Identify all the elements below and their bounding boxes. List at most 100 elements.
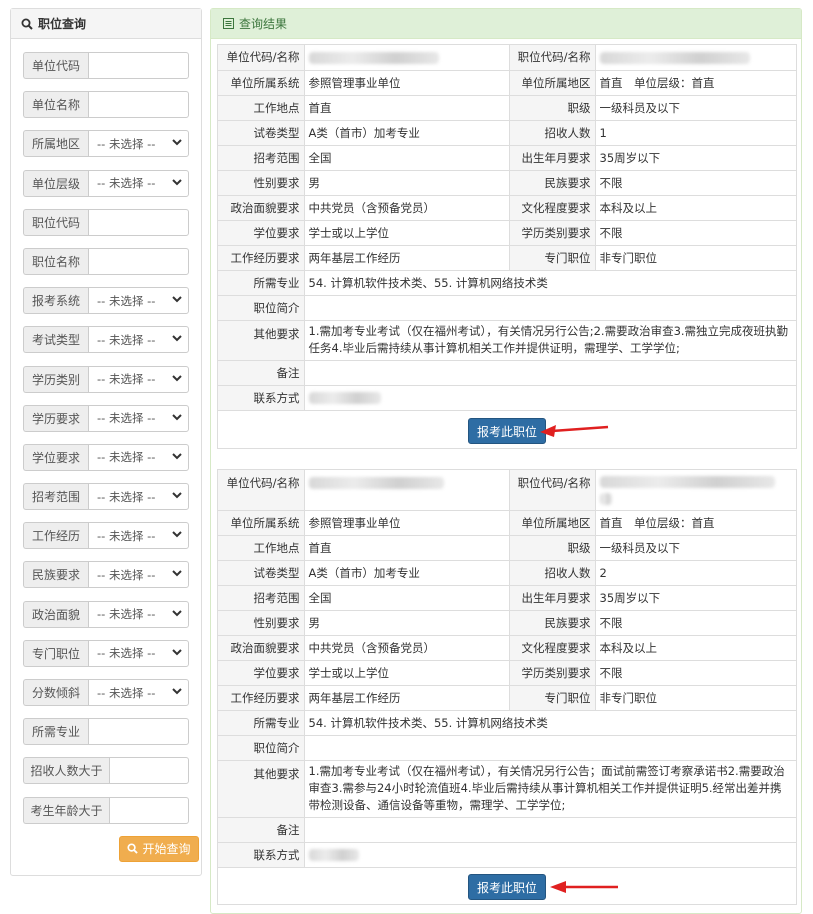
results-panel: 查询结果 单位代码/名称 职位代码/名称 单位所属系统 参照管理事业单位 单位所…	[210, 8, 802, 914]
work-location-value: 首直	[304, 95, 510, 121]
recruit-count-label: 招收人数	[509, 120, 596, 146]
filter-select-value: -- 未选择 --	[97, 176, 156, 191]
filter-input[interactable]	[109, 757, 189, 785]
filter-select[interactable]: -- 未选择 --	[88, 600, 189, 628]
degree-value: 学士或以上学位	[304, 660, 510, 686]
exam-type-value: A类（首市）加考专业	[304, 120, 510, 146]
chevron-down-icon	[172, 413, 182, 424]
gender-label: 性别要求	[218, 610, 305, 636]
unit-system-value: 参照管理事业单位	[304, 510, 510, 536]
filter-label: 分数倾斜	[23, 679, 88, 706]
filter-select-value: -- 未选择 --	[97, 411, 156, 426]
unit-region-label: 单位所属地区	[509, 70, 596, 96]
filter-select-value: -- 未选择 --	[97, 136, 156, 151]
filter-label: 学历要求	[23, 404, 88, 432]
position-code-name-label: 职位代码/名称	[509, 45, 596, 71]
filter-select-value: -- 未选择 --	[97, 607, 156, 622]
filter-select[interactable]: -- 未选择 --	[88, 169, 189, 197]
filter-input[interactable]	[88, 208, 189, 236]
filter-label: 单位名称	[23, 91, 88, 119]
scope-label: 招考范围	[218, 585, 305, 611]
start-search-button[interactable]: 开始查询	[119, 835, 199, 862]
filter-input[interactable]	[109, 796, 189, 824]
ethnicity-label: 民族要求	[509, 170, 596, 196]
filter-select[interactable]: -- 未选择 --	[88, 483, 189, 511]
exam-type-value: A类（首市）加考专业	[304, 560, 510, 586]
chevron-down-icon	[172, 452, 182, 463]
chevron-down-icon	[172, 178, 182, 189]
filter-select[interactable]: -- 未选择 --	[88, 639, 189, 667]
remark-value	[304, 817, 796, 843]
filter-label: 考试类型	[23, 326, 88, 354]
filter-label: 民族要求	[23, 561, 88, 589]
search-panel-header: 职位查询	[11, 9, 201, 39]
major-label: 所需专业	[218, 270, 305, 296]
position-code-name-value	[595, 470, 796, 511]
chevron-down-icon	[172, 609, 182, 620]
rank-label: 职级	[509, 95, 596, 121]
red-arrow-annotation	[550, 881, 618, 893]
work-exp-label: 工作经历要求	[218, 685, 305, 711]
intro-label: 职位简介	[218, 295, 305, 321]
remark-label: 备注	[218, 817, 305, 843]
filter-input[interactable]	[88, 91, 189, 119]
contact-label: 联系方式	[218, 385, 305, 411]
edu-category-label: 学历类别要求	[509, 220, 596, 246]
filter-row: 学历要求 -- 未选择 --	[23, 404, 189, 432]
result-card: 单位代码/名称 职位代码/名称 单位所属系统 参照管理事业单位 单位所属地区 首…	[217, 469, 797, 905]
other-label: 其他要求	[218, 320, 305, 361]
birth-req-label: 出生年月要求	[509, 585, 596, 611]
filter-input[interactable]	[88, 718, 189, 746]
filter-select[interactable]: -- 未选择 --	[88, 365, 189, 393]
chevron-down-icon	[172, 295, 182, 306]
special-position-label: 专门职位	[509, 685, 596, 711]
filter-select[interactable]: -- 未选择 --	[88, 404, 189, 432]
apply-position-button[interactable]: 报考此职位	[468, 874, 546, 900]
other-value: 1.需加考专业考试（仅在福州考试），有关情况另行公告；面试前需签订考察承诺书2.…	[304, 760, 796, 818]
filter-select[interactable]: -- 未选择 --	[88, 443, 189, 471]
scope-value: 全国	[304, 585, 510, 611]
filter-select[interactable]: -- 未选择 --	[88, 522, 189, 550]
scope-value: 全国	[304, 145, 510, 171]
recruit-count-value: 1	[595, 120, 796, 146]
filter-label: 政治面貌	[23, 600, 88, 628]
filter-select[interactable]: -- 未选择 --	[88, 679, 189, 706]
filter-label: 考生年龄大于	[23, 796, 109, 824]
education-label: 文化程度要求	[509, 635, 596, 661]
unit-region-label: 单位所属地区	[509, 510, 596, 536]
filter-label: 专门职位	[23, 639, 88, 667]
work-exp-label: 工作经历要求	[218, 245, 305, 271]
political-label: 政治面貌要求	[218, 635, 305, 661]
chevron-down-icon	[172, 530, 182, 541]
filter-row: 单位层级 -- 未选择 --	[23, 169, 189, 197]
unit-system-label: 单位所属系统	[218, 70, 305, 96]
chevron-down-icon	[172, 687, 182, 698]
apply-position-button[interactable]: 报考此职位	[468, 418, 546, 444]
edu-category-value: 不限	[595, 220, 796, 246]
edu-category-value: 不限	[595, 660, 796, 686]
filter-label: 职位名称	[23, 247, 88, 275]
intro-value	[304, 735, 796, 761]
filter-row: 所需专业	[23, 718, 189, 746]
ethnicity-value: 不限	[595, 610, 796, 636]
filter-select[interactable]: -- 未选择 --	[88, 326, 189, 354]
filter-row: 学历类别 -- 未选择 --	[23, 365, 189, 393]
degree-value: 学士或以上学位	[304, 220, 510, 246]
position-detail-table: 单位代码/名称 职位代码/名称 单位所属系统 参照管理事业单位 单位所属地区 首…	[218, 45, 796, 411]
recruit-count-label: 招收人数	[509, 560, 596, 586]
filter-input[interactable]	[88, 247, 189, 275]
results-title: 查询结果	[239, 17, 288, 31]
filter-select[interactable]: -- 未选择 --	[88, 130, 189, 158]
filter-select[interactable]: -- 未选择 --	[88, 561, 189, 589]
filter-select[interactable]: -- 未选择 --	[88, 287, 189, 315]
unit-system-value: 参照管理事业单位	[304, 70, 510, 96]
filter-row: 单位代码	[23, 52, 189, 79]
filter-input[interactable]	[88, 52, 189, 79]
political-value: 中共党员（含预备党员）	[304, 635, 510, 661]
exam-type-label: 试卷类型	[218, 560, 305, 586]
intro-value	[304, 295, 796, 321]
chevron-down-icon	[172, 138, 182, 149]
result-card: 单位代码/名称 职位代码/名称 单位所属系统 参照管理事业单位 单位所属地区 首…	[217, 44, 797, 449]
exam-type-label: 试卷类型	[218, 120, 305, 146]
results-panel-header: 查询结果	[211, 9, 801, 39]
